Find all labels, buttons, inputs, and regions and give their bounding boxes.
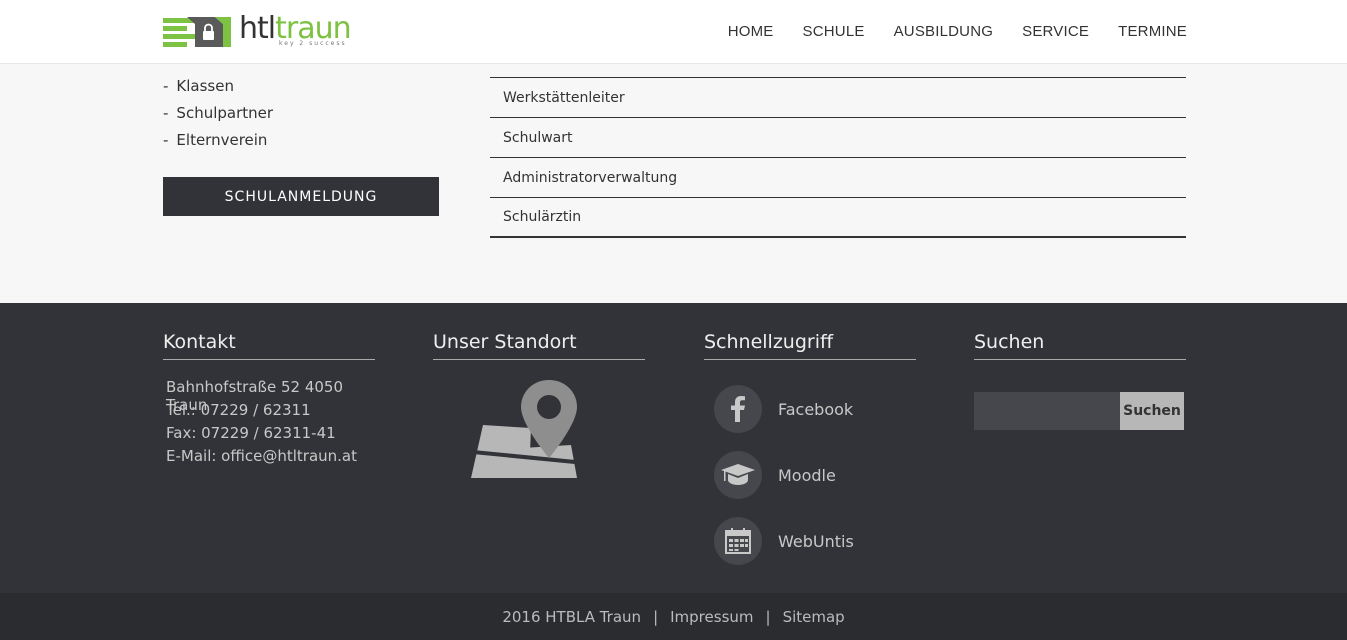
contact-phone: Tel.: 07229 / 62311 (166, 401, 311, 419)
copyright-text: 2016 HTBLA Traun (502, 607, 642, 626)
quick-link-label: Facebook (778, 399, 854, 419)
separator: | (653, 607, 659, 626)
search-button[interactable]: Suchen (1120, 392, 1184, 430)
footer-location: Unser Standort (433, 331, 645, 484)
footer-quick-access: Schnellzugriff Facebook Moodle WebUntis (704, 331, 916, 574)
search-input[interactable] (974, 392, 1120, 430)
quick-link-label: Moodle (778, 465, 836, 485)
bottom-bar: 2016 HTBLA Traun | Impressum | Sitemap (0, 593, 1347, 640)
footer-contact: Kontakt Bahnhofstraße 52 4050 Traun Tel.… (163, 331, 375, 470)
sidebar-link-schulpartner[interactable]: - Schulpartner (163, 103, 273, 130)
site-header: htltraun key 2 success HOME SCHULE AUSBI… (0, 0, 1347, 64)
sidebar-link-list: - Klassen - Schulpartner - Elternverein (163, 76, 273, 157)
footer-quick-title: Schnellzugriff (704, 331, 916, 360)
calendar-icon (714, 517, 762, 565)
footer-search-title: Suchen (974, 331, 1186, 360)
main-nav: HOME SCHULE AUSBILDUNG SERVICE TERMINE (699, 23, 1187, 40)
impressum-link[interactable]: Impressum (670, 608, 753, 626)
nav-termine[interactable]: TERMINE (1118, 23, 1187, 40)
facebook-icon (714, 385, 762, 433)
staff-row-administratorverwaltung[interactable]: Administratorverwaltung (490, 158, 1186, 198)
staff-list: Werkstättenleiter Schulwart Administrato… (490, 77, 1186, 238)
map-pin-icon[interactable] (471, 380, 579, 480)
site-logo[interactable]: htltraun key 2 success (163, 11, 352, 48)
quick-link-moodle[interactable]: Moodle (704, 442, 916, 508)
logo-word-htl: htl (239, 11, 276, 46)
sidebar-link-label: Klassen (176, 77, 234, 95)
footer-contact-title: Kontakt (163, 331, 375, 360)
sitemap-link[interactable]: Sitemap (783, 608, 845, 626)
quick-link-webuntis[interactable]: WebUntis (704, 508, 916, 574)
logo-icon (163, 17, 231, 47)
sidebar-link-elternverein[interactable]: - Elternverein (163, 130, 273, 157)
sidebar-link-klassen[interactable]: - Klassen (163, 76, 273, 103)
quick-link-facebook[interactable]: Facebook (704, 376, 916, 442)
footer-location-title: Unser Standort (433, 331, 645, 360)
nav-schule[interactable]: SCHULE (803, 23, 865, 40)
footer-search: Suchen Suchen (974, 331, 1186, 430)
logo-text: htltraun key 2 success (239, 11, 352, 48)
contact-email[interactable]: E-Mail: office@htltraun.at (166, 447, 375, 470)
logo-tagline: key 2 success (279, 40, 347, 47)
nav-home[interactable]: HOME (728, 23, 774, 40)
search-form: Suchen (974, 392, 1186, 430)
nav-ausbildung[interactable]: AUSBILDUNG (894, 23, 994, 40)
contact-fax: Fax: 07229 / 62311-41 (166, 424, 336, 442)
schulanmeldung-button[interactable]: SCHULANMELDUNG (163, 177, 439, 216)
nav-service[interactable]: SERVICE (1022, 23, 1089, 40)
quick-link-label: WebUntis (778, 531, 854, 551)
site-footer: Kontakt Bahnhofstraße 52 4050 Traun Tel.… (0, 303, 1347, 593)
sidebar-link-label: Elternverein (176, 131, 268, 149)
separator: | (765, 607, 771, 626)
staff-row-schulaerztin[interactable]: Schulärztin (490, 198, 1186, 238)
sidebar-link-label: Schulpartner (176, 104, 274, 122)
staff-row-schulwart[interactable]: Schulwart (490, 118, 1186, 158)
contact-address: Bahnhofstraße 52 4050 Traun (166, 378, 343, 414)
staff-row-werkstaettenleiter[interactable]: Werkstättenleiter (490, 78, 1186, 118)
graduation-cap-icon (714, 451, 762, 499)
